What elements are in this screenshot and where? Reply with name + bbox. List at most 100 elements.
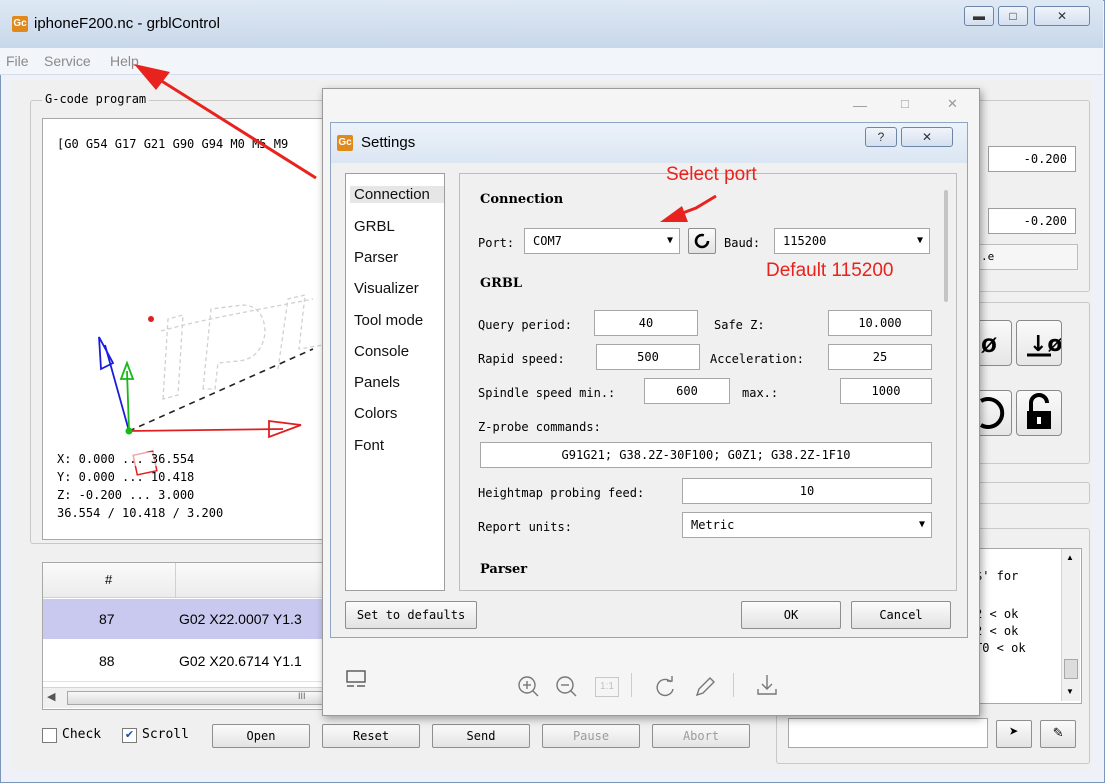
nav-item-tool-mode[interactable]: Tool mode [354, 312, 423, 329]
console-line: 2 < ok [975, 607, 1019, 621]
abort-button[interactable]: Abort [652, 724, 750, 748]
visualizer-panel[interactable]: [G0 G54 G17 G21 G90 G94 M0 M5 M9 X: 0.00… [42, 118, 334, 540]
nav-item-visualizer[interactable]: Visualizer [354, 280, 419, 297]
spindle-min-input[interactable]: 600 [644, 378, 730, 404]
home-dot [148, 316, 154, 322]
command-input[interactable] [788, 718, 988, 748]
acceleration-input[interactable]: 25 [828, 344, 932, 370]
nav-item-colors[interactable]: Colors [354, 405, 397, 422]
spindle-max-input[interactable]: 1000 [840, 378, 932, 404]
scrollbar-grip: III [298, 691, 306, 701]
settings-close-button[interactable]: ✕ [901, 127, 953, 147]
edit-icon[interactable] [693, 675, 717, 702]
row-code: G02 X22.0007 Y1.3 [179, 611, 302, 627]
safe-z-input[interactable]: 10.000 [828, 310, 932, 336]
scroll-label: Scroll [142, 727, 189, 742]
scroll-checkbox[interactable]: ✔ [122, 728, 137, 743]
nav-item-font[interactable]: Font [354, 437, 384, 454]
axis-z-arrow [98, 336, 115, 371]
nav-item-panels[interactable]: Panels [354, 374, 400, 391]
unlock-button[interactable] [1016, 390, 1062, 436]
report-units-select[interactable]: Metric ▼ [682, 512, 932, 538]
send-command-button[interactable]: ➤ [996, 720, 1032, 748]
row-number: 88 [99, 653, 115, 669]
horizontal-scrollbar[interactable]: ◀ III [43, 687, 333, 708]
frame-close-icon[interactable]: ✕ [947, 96, 958, 112]
check-checkbox[interactable] [42, 728, 57, 743]
query-period-input[interactable]: 40 [594, 310, 698, 336]
layout-icon[interactable] [345, 669, 367, 694]
rapid-speed-input[interactable]: 500 [596, 344, 700, 370]
heightmap-input[interactable]: 10 [682, 478, 932, 504]
settings-app-icon: Gc [337, 135, 353, 151]
status-field: .e [966, 244, 1078, 270]
minimize-button[interactable]: ▬ [964, 6, 994, 26]
vertical-scrollbar[interactable]: ▲ ▼ [1061, 549, 1080, 701]
parser-heading: Parser [480, 562, 528, 577]
zprobe-label: Z-probe commands: [478, 420, 601, 434]
nav-item-connection[interactable]: Connection [350, 186, 444, 203]
pause-button[interactable]: Pause [542, 724, 640, 748]
zoom-out-icon[interactable] [555, 675, 579, 702]
scrollbar-thumb[interactable] [1064, 659, 1078, 679]
port-select[interactable]: COM7 ▼ [524, 228, 680, 254]
nav-item-parser[interactable]: Parser [354, 249, 398, 266]
zero-xy-button[interactable]: ↓ø [1016, 320, 1063, 366]
scrollbar-thumb[interactable]: III [67, 691, 331, 705]
menu-file[interactable]: File [6, 53, 29, 69]
spindle-max-label: max.: [742, 386, 779, 400]
download-icon[interactable] [755, 673, 779, 700]
actual-size-icon[interactable]: 1:1 [595, 677, 619, 697]
maximize-button[interactable]: □ [998, 6, 1028, 26]
chevron-down-icon: ▼ [918, 519, 925, 530]
safe-z-label: Safe Z: [714, 318, 765, 332]
select-port-annotation: Select port [666, 164, 757, 185]
table-row[interactable]: 87 G02 X22.0007 Y1.3 [43, 599, 333, 639]
axis-z-line [104, 344, 130, 432]
close-button[interactable]: ✕ [1034, 6, 1090, 26]
column-number-header: # [105, 572, 113, 587]
title-bar: Gc iphoneF200.nc - grblControl ▬ □ ✕ [0, 0, 1103, 48]
cancel-button[interactable]: Cancel [851, 601, 951, 629]
reset-button[interactable]: Reset [322, 724, 420, 748]
ok-button[interactable]: OK [741, 601, 841, 629]
gcode-table[interactable]: # 87 G02 X22.0007 Y1.3 88 G02 X20.6714 Y… [42, 562, 334, 710]
port-value: COM7 [533, 234, 562, 248]
settings-dialog: Gc Settings ? ✕ Connection GRBL Parser V… [330, 122, 968, 638]
zoom-in-icon[interactable] [517, 675, 541, 702]
set-to-defaults-button[interactable]: Set to defaults [345, 601, 477, 629]
refresh-ports-button[interactable] [688, 228, 716, 254]
help-button[interactable]: ? [865, 127, 897, 147]
query-period-label: Query period: [478, 318, 572, 332]
nav-item-console[interactable]: Console [354, 343, 409, 360]
menu-help[interactable]: Help [110, 53, 139, 69]
spindle-min-label: Spindle speed min.: [478, 386, 616, 400]
open-button[interactable]: Open [212, 724, 310, 748]
toolbar-divider [631, 673, 632, 697]
axis-x-line [128, 428, 284, 432]
settings-content: Connection Port: COM7 ▼ Baud: 115200 ▼ GRB… [459, 173, 957, 591]
nav-item-grbl[interactable]: GRBL [354, 218, 395, 235]
zprobe-input[interactable]: G91G21; G38.2Z-30F100; G0Z1; G38.2Z-1F10 [480, 442, 932, 468]
coord-x: X: 0.000 ... 36.554 [57, 452, 195, 466]
rotate-icon[interactable] [653, 675, 677, 702]
scrollbar-thumb[interactable] [944, 190, 948, 302]
settings-title-bar: Gc Settings ? ✕ [331, 123, 967, 163]
menu-service[interactable]: Service [44, 53, 91, 69]
scroll-down-icon[interactable]: ▼ [1066, 687, 1074, 696]
table-row[interactable]: 88 G02 X20.6714 Y1.1 [43, 641, 333, 682]
content-scrollbar[interactable] [938, 174, 954, 588]
zero-xy-icon: ↓ø [1027, 332, 1063, 357]
rapid-path-line [128, 348, 314, 432]
scroll-left-icon[interactable]: ◀ [47, 690, 55, 703]
baud-value: 115200 [783, 234, 827, 248]
scroll-up-icon[interactable]: ▲ [1066, 553, 1074, 562]
grbl-heading: GRBL [480, 276, 523, 291]
frame-maximize-icon[interactable]: □ [901, 96, 909, 111]
coord-size: 36.554 / 10.418 / 3.200 [57, 506, 224, 520]
frame-minimize-icon[interactable]: — [853, 97, 867, 113]
clear-console-button[interactable]: ✎ [1040, 720, 1076, 748]
row-code: G02 X20.6714 Y1.1 [179, 653, 302, 669]
send-button[interactable]: Send [432, 724, 530, 748]
baud-select[interactable]: 115200 ▼ [774, 228, 930, 254]
